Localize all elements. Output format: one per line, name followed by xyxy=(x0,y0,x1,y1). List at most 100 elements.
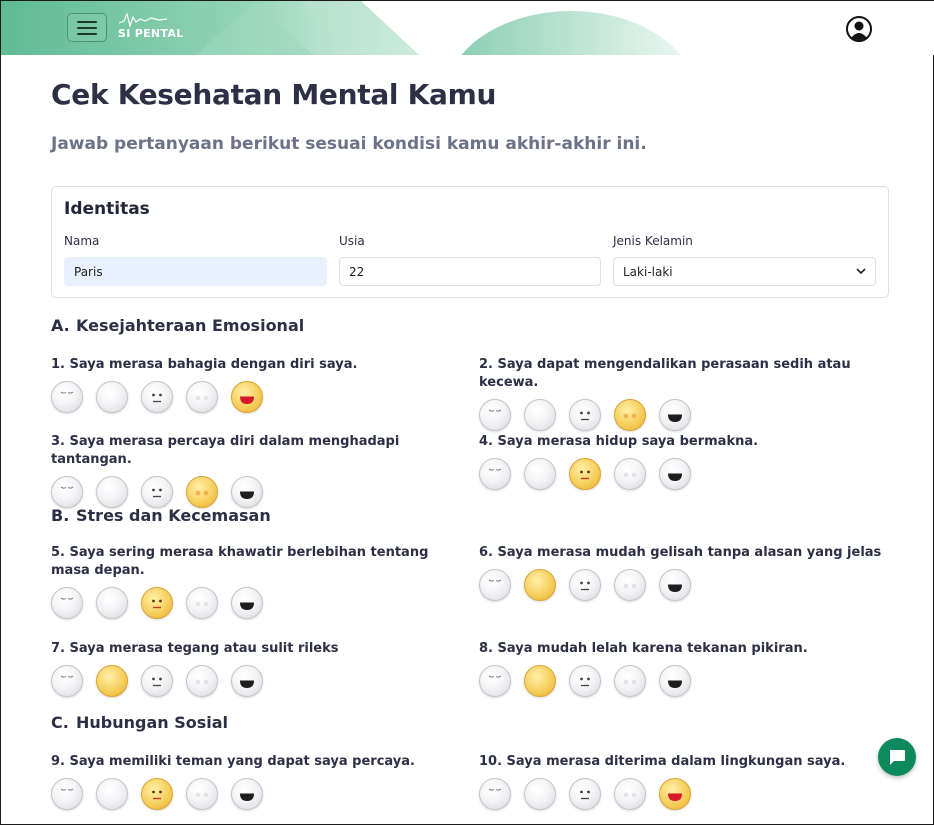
brand-logo[interactable]: SI PENTAL xyxy=(115,11,185,45)
happy-face-icon[interactable] xyxy=(231,778,263,810)
question-text: 3. Saya merasa percaya diri dalam mengha… xyxy=(51,434,400,467)
name-label: Nama xyxy=(64,234,100,248)
blush-face-icon[interactable] xyxy=(614,399,646,431)
chevron-down-icon xyxy=(856,268,866,275)
happy-face-icon[interactable] xyxy=(659,458,691,490)
sleepy-face-icon[interactable] xyxy=(479,665,511,697)
blush-face-icon[interactable] xyxy=(186,778,218,810)
top-navbar: SI PENTAL xyxy=(1,1,934,55)
rating-faces xyxy=(479,778,889,810)
question-text: 8. Saya mudah lelah karena tekanan pikir… xyxy=(479,641,808,656)
blank-face-icon[interactable] xyxy=(524,778,556,810)
section-letter: A. xyxy=(51,316,70,335)
blank-face-icon[interactable] xyxy=(96,778,128,810)
blush-face-icon[interactable] xyxy=(186,587,218,619)
question-8: 8. Saya mudah lelah karena tekanan pikir… xyxy=(479,640,889,697)
neutral-face-icon[interactable] xyxy=(569,665,601,697)
chat-bubble-icon xyxy=(890,750,905,765)
neutral-face-icon[interactable] xyxy=(141,778,173,810)
sleepy-face-icon[interactable] xyxy=(479,569,511,601)
sleepy-face-icon[interactable] xyxy=(51,476,83,508)
chat-button[interactable] xyxy=(878,738,916,776)
age-input[interactable] xyxy=(339,257,601,286)
blush-face-icon[interactable] xyxy=(186,476,218,508)
section-title-social: C. Hubungan Sosial xyxy=(51,713,228,732)
section-name: Kesejahteraan Emosional xyxy=(76,316,305,335)
blank-face-icon[interactable] xyxy=(96,587,128,619)
happy-face-icon[interactable] xyxy=(659,778,691,810)
question-text: 6. Saya merasa mudah gelisah tanpa alasa… xyxy=(479,545,882,560)
question-10: 10. Saya merasa diterima dalam lingkunga… xyxy=(479,753,889,810)
section-name: Stres dan Kecemasan xyxy=(76,506,271,525)
happy-face-icon[interactable] xyxy=(231,587,263,619)
identity-card: Identitas Nama Usia Jenis Kelamin Laki-l… xyxy=(51,186,889,298)
blank-face-icon[interactable] xyxy=(524,399,556,431)
sleepy-face-icon[interactable] xyxy=(51,381,83,413)
menu-toggle-button[interactable] xyxy=(67,13,107,42)
sleepy-face-icon[interactable] xyxy=(51,587,83,619)
rating-faces xyxy=(479,569,889,601)
identity-title: Identitas xyxy=(64,199,150,219)
sleepy-face-icon[interactable] xyxy=(479,778,511,810)
neutral-face-icon[interactable] xyxy=(141,476,173,508)
blush-face-icon[interactable] xyxy=(614,569,646,601)
happy-face-icon[interactable] xyxy=(231,381,263,413)
section-title-emotional: A. Kesejahteraan Emosional xyxy=(51,316,304,335)
blank-face-icon[interactable] xyxy=(524,458,556,490)
sleepy-face-icon[interactable] xyxy=(51,778,83,810)
user-circle-icon xyxy=(846,16,872,42)
question-5: 5. Saya sering merasa khawatir berlebiha… xyxy=(51,544,451,619)
happy-face-icon[interactable] xyxy=(659,665,691,697)
rating-faces xyxy=(51,778,461,810)
sleepy-face-icon[interactable] xyxy=(479,458,511,490)
blush-face-icon[interactable] xyxy=(186,665,218,697)
question-7: 7. Saya merasa tegang atau sulit rileks xyxy=(51,640,461,697)
rating-faces xyxy=(479,665,889,697)
section-name: Hubungan Sosial xyxy=(76,713,229,732)
happy-face-icon[interactable] xyxy=(231,665,263,697)
happy-face-icon[interactable] xyxy=(659,399,691,431)
neutral-face-icon[interactable] xyxy=(141,665,173,697)
sleepy-face-icon[interactable] xyxy=(51,665,83,697)
neutral-face-icon[interactable] xyxy=(141,587,173,619)
neutral-face-icon[interactable] xyxy=(569,778,601,810)
section-letter: C. xyxy=(51,713,69,732)
rating-faces xyxy=(51,381,461,413)
blank-face-icon[interactable] xyxy=(96,665,128,697)
blush-face-icon[interactable] xyxy=(614,778,646,810)
blank-face-icon[interactable] xyxy=(96,381,128,413)
question-4: 4. Saya merasa hidup saya bermakna. xyxy=(479,433,889,490)
neutral-face-icon[interactable] xyxy=(141,381,173,413)
question-text: 5. Saya sering merasa khawatir berlebiha… xyxy=(51,545,429,578)
rating-faces xyxy=(51,476,461,508)
question-1: 1. Saya merasa bahagia dengan diri saya. xyxy=(51,356,461,413)
name-input[interactable] xyxy=(64,257,327,286)
blank-face-icon[interactable] xyxy=(524,665,556,697)
neutral-face-icon[interactable] xyxy=(569,399,601,431)
brand-name: SI PENTAL xyxy=(118,27,184,40)
account-button[interactable] xyxy=(845,15,873,43)
sleepy-face-icon[interactable] xyxy=(479,399,511,431)
blush-face-icon[interactable] xyxy=(186,381,218,413)
question-6: 6. Saya merasa mudah gelisah tanpa alasa… xyxy=(479,544,889,601)
blush-face-icon[interactable] xyxy=(614,665,646,697)
page-subtitle: Jawab pertanyaan berikut sesuai kondisi … xyxy=(51,134,647,154)
happy-face-icon[interactable] xyxy=(659,569,691,601)
blank-face-icon[interactable] xyxy=(96,476,128,508)
neutral-face-icon[interactable] xyxy=(569,458,601,490)
neutral-face-icon[interactable] xyxy=(569,569,601,601)
gender-select[interactable]: Laki-laki xyxy=(613,257,876,286)
blush-face-icon[interactable] xyxy=(614,458,646,490)
happy-face-icon[interactable] xyxy=(231,476,263,508)
blank-face-icon[interactable] xyxy=(524,569,556,601)
section-letter: B. xyxy=(51,506,70,525)
question-text: 7. Saya merasa tegang atau sulit rileks xyxy=(51,641,339,656)
question-3: 3. Saya merasa percaya diri dalam mengha… xyxy=(51,433,461,508)
section-title-stress: B. Stres dan Kecemasan xyxy=(51,506,271,525)
rating-faces xyxy=(51,665,461,697)
rating-faces xyxy=(479,458,889,490)
gender-label: Jenis Kelamin xyxy=(613,234,693,248)
hamburger-icon xyxy=(77,20,97,35)
question-2: 2. Saya dapat mengendalikan perasaan sed… xyxy=(479,356,889,431)
question-text: 1. Saya merasa bahagia dengan diri saya. xyxy=(51,357,358,372)
